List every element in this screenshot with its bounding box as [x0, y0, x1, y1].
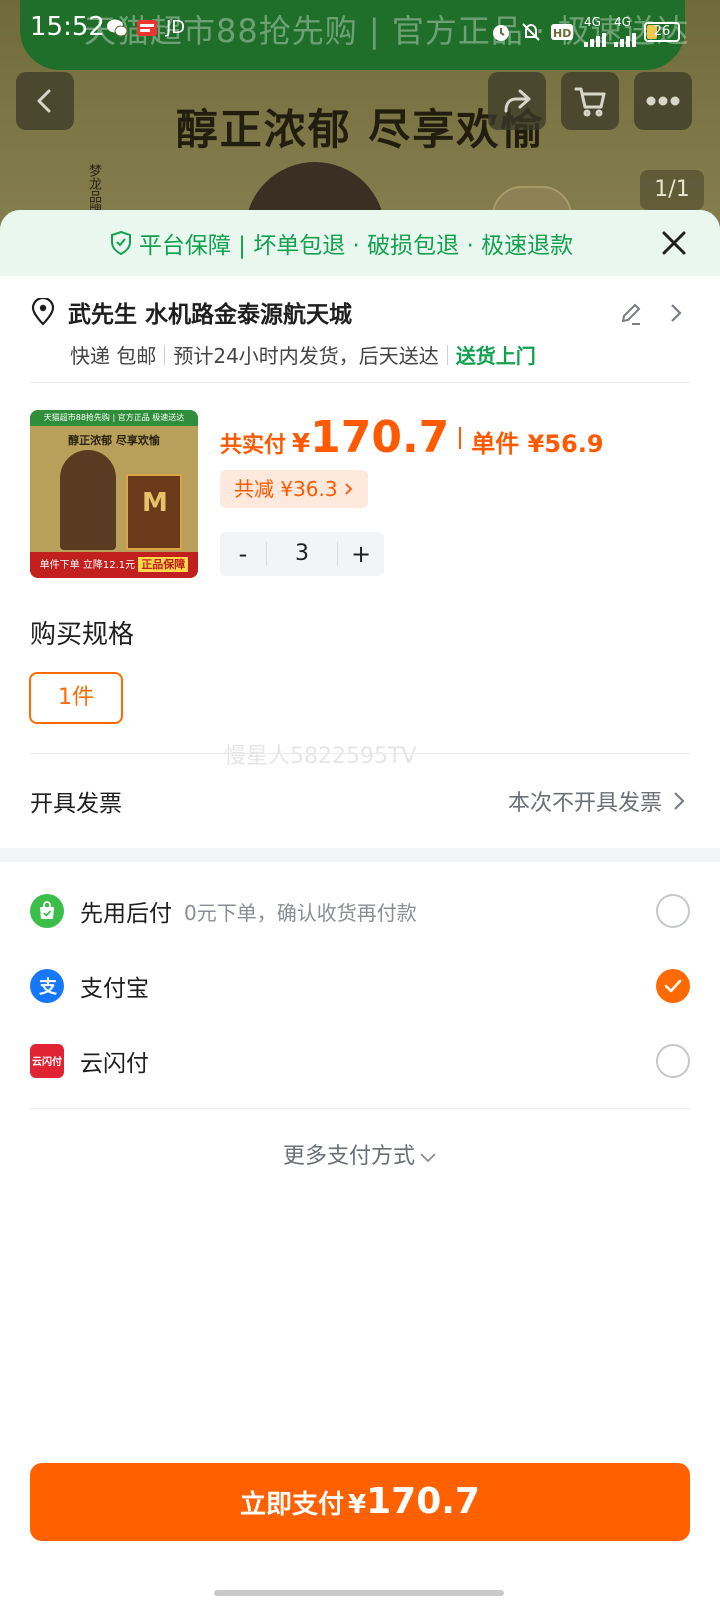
share-icon — [504, 89, 531, 113]
total-price: 170.7 — [310, 412, 450, 463]
discount-text: 共减 ¥36.3 — [234, 477, 338, 501]
checkmark-icon — [664, 979, 682, 993]
jd-app-label: JD — [166, 17, 186, 38]
guarantee-text: 平台保障 | 坏单包退 · 破损包退 · 极速退款 — [138, 233, 574, 259]
location-pin-icon — [31, 298, 55, 326]
alarm-icon — [493, 25, 509, 41]
chevron-left-icon — [37, 89, 51, 113]
delivery-method: 快递 包邮 — [70, 344, 157, 368]
status-bar: 15:52 JD HD 4G 4G 26 — [0, 0, 720, 56]
discount-badge[interactable]: 共减 ¥36.3 — [220, 470, 368, 508]
decrease-quantity-button[interactable]: - — [220, 532, 266, 576]
section-gap — [0, 848, 720, 862]
quantity-stepper: - 3 + — [220, 532, 384, 576]
battery-icon: 26 — [644, 22, 680, 42]
watermark-text: 慢星人5822595TV — [224, 744, 417, 769]
more-payment-methods[interactable]: 更多支付方式 — [0, 1138, 720, 1170]
signal-bars-icon — [614, 27, 636, 47]
payment-option-alipay[interactable]: 支 支付宝 — [30, 962, 690, 1010]
chevron-right-icon — [345, 483, 353, 495]
radio-unchecked[interactable] — [656, 894, 690, 928]
signal-group-2: 4G — [614, 15, 636, 47]
mute-icon — [522, 23, 540, 41]
status-indicators: HD 4G 4G 26 — [490, 15, 680, 47]
increase-quantity-button[interactable]: + — [338, 532, 384, 576]
cart-icon — [574, 87, 606, 117]
thumb-headline: 醇正浓郁 尽享欢愉 — [68, 434, 160, 447]
share-button[interactable] — [488, 72, 546, 130]
chevron-right-icon — [674, 792, 685, 810]
app-badge-icon — [137, 19, 157, 36]
guarantee-banner: 平台保障 | 坏单包退 · 破损包退 · 极速退款 — [0, 210, 720, 276]
more-button[interactable] — [634, 72, 692, 130]
invoice-value: 本次不开具发票 — [507, 791, 662, 816]
status-app-icons: JD — [106, 17, 185, 38]
invoice-label: 开具发票 — [30, 791, 122, 817]
hd-icon: HD — [551, 24, 573, 40]
thumb-genuine-tag: 正品保障 — [138, 557, 189, 572]
thumb-top-banner: 天猫超市88抢先购 | 官方正品 极速送达 — [30, 410, 198, 426]
network-type-2: 4G — [614, 15, 631, 29]
close-icon[interactable] — [656, 225, 692, 261]
home-indicator[interactable] — [214, 1590, 504, 1596]
signal-bars-icon — [584, 27, 606, 47]
door-delivery-tag: 送货上门 — [455, 344, 536, 368]
product-summary: 天猫超市88抢先购 | 官方正品 极速送达 醇正浓郁 尽享欢愉 M 单件下单 立… — [30, 410, 690, 580]
total-currency: ¥ — [292, 429, 311, 459]
quantity-value[interactable]: 3 — [266, 542, 338, 566]
price-row: 共实付 ¥ 170.7 单件 ¥56.9 — [220, 412, 604, 463]
payment-name: 云闪付 — [80, 1051, 149, 1077]
alipay-icon: 支 — [30, 969, 64, 1003]
radio-unchecked[interactable] — [656, 1044, 690, 1078]
delivery-address[interactable]: 武先生 水机路金泰源航天城 快递 包邮 预计24小时内发货，后天送达 送货上门 — [30, 292, 690, 392]
chevron-down-icon — [420, 1153, 436, 1163]
shield-check-icon — [110, 230, 131, 256]
product-thumbnail[interactable]: 天猫超市88抢先购 | 官方正品 极速送达 醇正浓郁 尽享欢愉 M 单件下单 立… — [30, 410, 198, 578]
divider — [30, 382, 690, 383]
thumb-product-box: M — [126, 474, 182, 550]
payment-desc: 0元下单，确认收货再付款 — [184, 900, 417, 925]
total-label: 共实付 — [220, 433, 287, 458]
image-counter: 1/1 — [640, 170, 704, 210]
shipping-time: 预计24小时内发货，后天送达 — [173, 344, 439, 368]
thumb-person-image — [60, 450, 116, 550]
wechat-icon — [107, 19, 128, 36]
thumb-bottom-text: 单件下单 立降12.1元 — [39, 560, 136, 571]
pay-button-currency: ¥ — [348, 1490, 367, 1520]
payment-name: 支付宝 — [80, 976, 149, 1002]
svg-text:云闪付: 云闪付 — [32, 1055, 62, 1068]
payment-option-pay-later[interactable]: 先用后付 0元下单，确认收货再付款 — [30, 887, 690, 935]
battery-level: 26 — [653, 24, 671, 39]
spec-title: 购买规格 — [30, 620, 135, 650]
pay-button-amount: 170.7 — [366, 1481, 480, 1522]
signal-group-1: 4G — [584, 15, 606, 47]
divider — [30, 753, 690, 754]
order-sheet: 平台保障 | 坏单包退 · 破损包退 · 极速退款 武先生 水机路金泰源航天城 … — [0, 210, 720, 1600]
thumb-box-letter: M — [142, 488, 168, 518]
chevron-right-icon[interactable] — [668, 302, 684, 324]
address-name: 武先生 水机路金泰源航天城 — [68, 302, 353, 328]
svg-text:HD: HD — [553, 27, 571, 40]
more-dots-icon — [646, 96, 680, 106]
divider — [30, 1108, 690, 1109]
payment-option-unionpay[interactable]: 云闪付 云闪付 — [30, 1037, 690, 1085]
edit-pencil-icon[interactable] — [618, 300, 644, 326]
invoice-row[interactable]: 开具发票 本次不开具发票 — [30, 776, 690, 826]
bag-check-icon — [30, 894, 64, 928]
pay-now-button[interactable]: 立即支付 ¥ 170.7 — [30, 1463, 690, 1541]
network-type: 4G — [584, 15, 601, 29]
payment-name: 先用后付 — [80, 901, 172, 927]
unionpay-icon: 云闪付 — [30, 1044, 64, 1078]
thumb-bottom-banner: 单件下单 立降12.1元 正品保障 — [30, 552, 198, 578]
more-payment-label: 更多支付方式 — [282, 1144, 415, 1169]
svg-text:支: 支 — [38, 976, 58, 998]
radio-checked[interactable] — [656, 969, 690, 1003]
unit-price: 单件 ¥56.9 — [471, 430, 604, 458]
cart-button[interactable] — [561, 72, 619, 130]
background-side-text: 梦龙品牌 — [86, 164, 101, 216]
pay-button-label: 立即支付 — [240, 1490, 345, 1520]
status-time: 15:52 — [30, 12, 105, 42]
spec-option-selected[interactable]: 1件 — [29, 672, 123, 724]
back-button[interactable] — [16, 72, 74, 130]
